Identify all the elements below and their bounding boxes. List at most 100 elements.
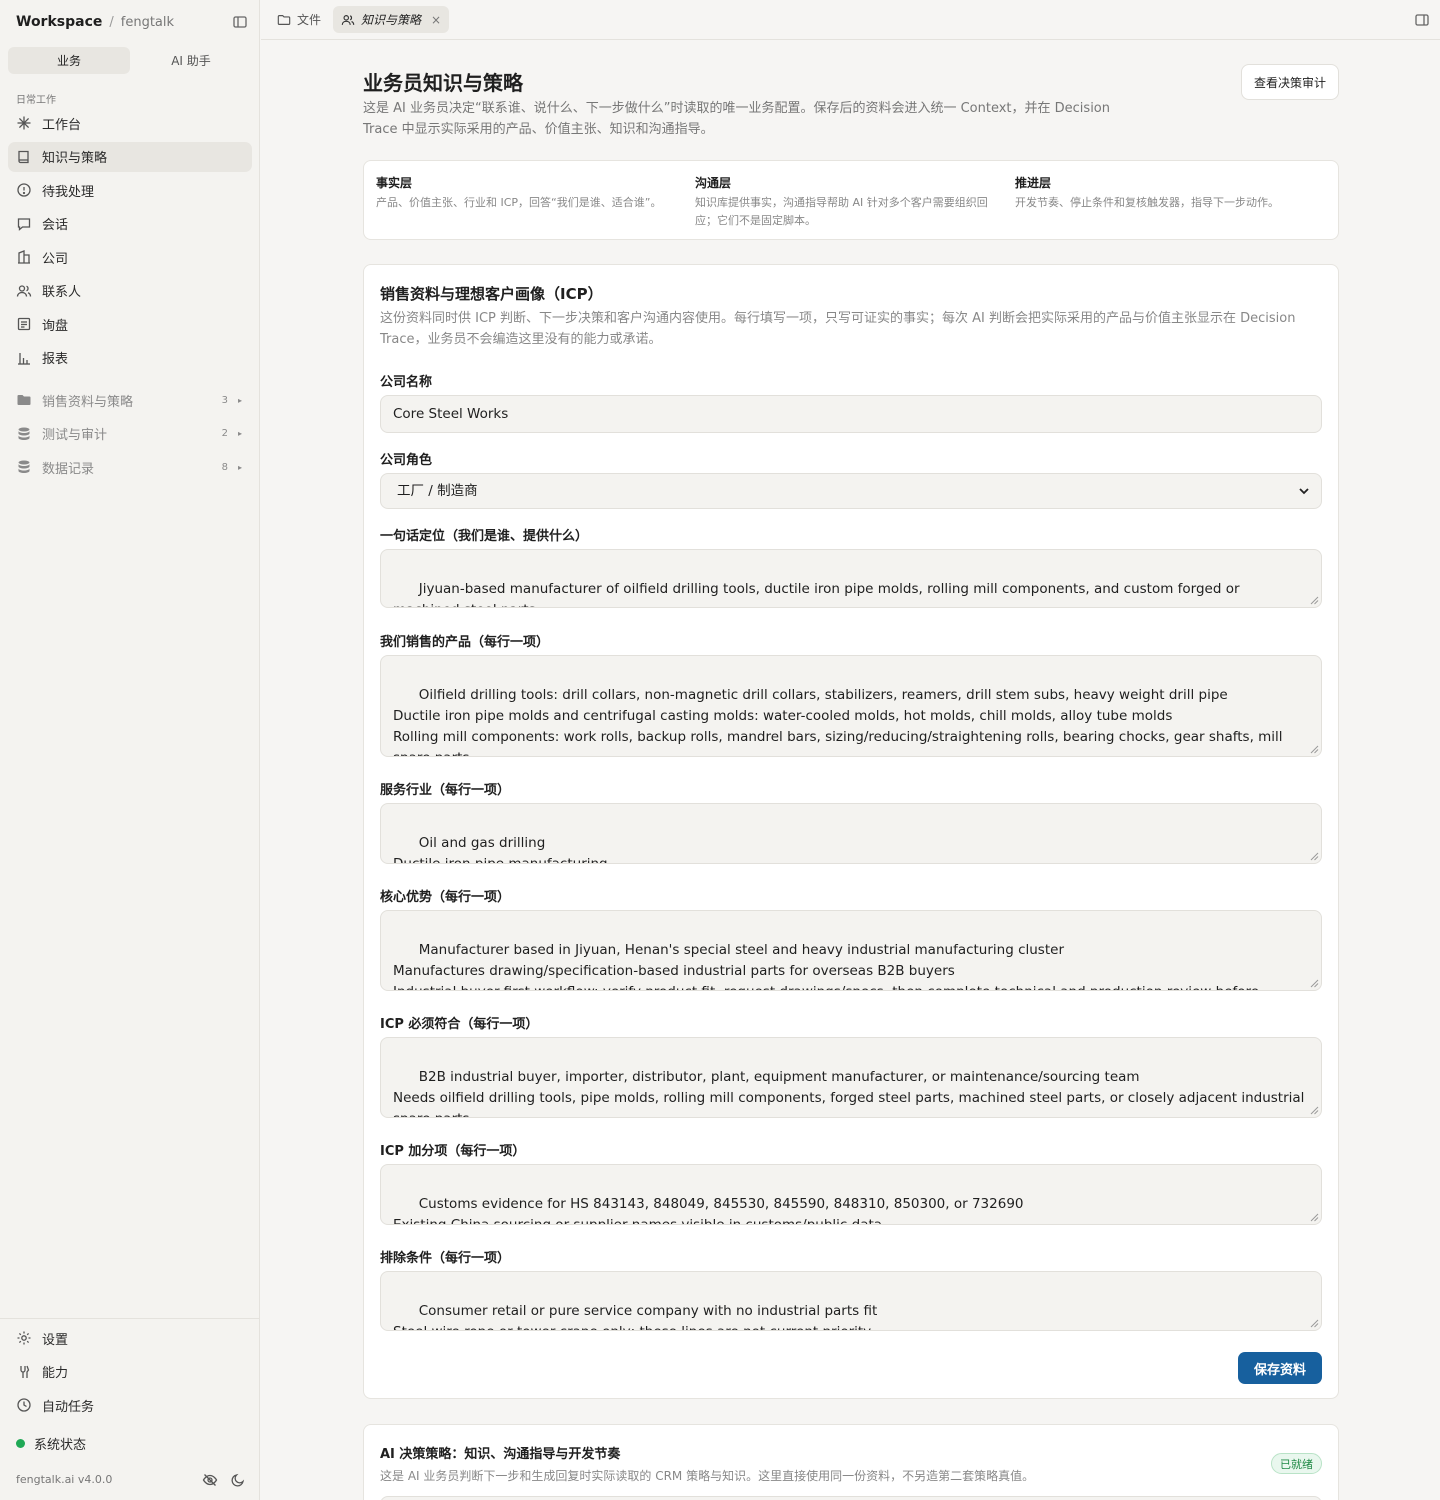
resize-handle-icon bbox=[1310, 745, 1319, 754]
products-value: Oilfield drilling tools: drill collars, … bbox=[393, 687, 1283, 756]
layer-title: 推进层 bbox=[1015, 176, 1052, 190]
exclusions-textarea[interactable]: Consumer retail or pure service company … bbox=[380, 1271, 1322, 1331]
folder-label: 销售资料与策略 bbox=[42, 394, 134, 410]
moon-icon[interactable] bbox=[230, 1472, 246, 1488]
sidebar-divider bbox=[0, 1318, 259, 1319]
folder-label: 测试与审计 bbox=[42, 428, 108, 443]
folder-icon bbox=[16, 392, 32, 408]
layer-text: 开发节奏、停止条件和复核触发器，指导下一步动作。 bbox=[1015, 196, 1279, 209]
tab-label: 知识与策略 bbox=[361, 13, 422, 27]
company-role-select[interactable]: 工厂 / 制造商 bbox=[380, 473, 1322, 509]
layer-summary: 事实层 产品、价值主张、行业和 ICP，回答“我们是谁、适合谁”。 沟通层 知识… bbox=[363, 160, 1339, 240]
page-title: 业务员知识与策略 bbox=[363, 71, 523, 95]
workspace-title[interactable]: Workspace bbox=[16, 14, 102, 30]
system-status-label: 系统状态 bbox=[34, 1438, 87, 1453]
view-audit-button[interactable]: 查看决策审计 bbox=[1241, 64, 1339, 100]
strategy-card-title: AI 决策策略：知识、沟通指导与开发节奏 bbox=[380, 1447, 621, 1462]
tab-bar: 文件 知识与策略 × bbox=[261, 0, 1440, 40]
icp-bonus-textarea[interactable]: Customs evidence for HS 843143, 848049, … bbox=[380, 1164, 1322, 1225]
resize-handle-icon bbox=[1310, 1319, 1319, 1328]
layer-text: 产品、价值主张、行业和 ICP，回答“我们是谁、适合谁”。 bbox=[376, 196, 662, 209]
caret-right-icon[interactable]: ▸ bbox=[238, 396, 242, 405]
layer-title: 事实层 bbox=[376, 176, 413, 190]
company-role-value: 工厂 / 制造商 bbox=[397, 482, 478, 499]
folder-sales-materials[interactable]: 销售资料与策略 3 ▸ bbox=[8, 385, 252, 415]
nav-item-label: 自动任务 bbox=[42, 1399, 95, 1415]
main-nav: 工作台 知识与策略 待我处理 会话 公司 联系人 询盘 报表 bbox=[8, 108, 252, 376]
nav-item-companies[interactable]: 公司 bbox=[8, 242, 252, 272]
clock-icon bbox=[16, 1397, 32, 1413]
nav-item-label: 能力 bbox=[42, 1366, 69, 1381]
company-name-input[interactable]: Core Steel Works bbox=[380, 395, 1322, 433]
status-dot bbox=[16, 1439, 25, 1448]
close-icon[interactable]: × bbox=[431, 13, 441, 27]
nav-item-label: 公司 bbox=[42, 251, 69, 267]
segment-business[interactable]: 业务 bbox=[8, 47, 130, 74]
sparkle-icon bbox=[16, 115, 32, 131]
system-status[interactable]: 系统状态 bbox=[16, 1434, 86, 1453]
resize-handle-icon bbox=[1310, 1106, 1319, 1115]
tool-icon bbox=[16, 1364, 32, 1380]
nav-item-pending[interactable]: 待我处理 bbox=[8, 175, 252, 205]
positioning-label: 一句话定位（我们是谁、提供什么） bbox=[380, 529, 589, 544]
chevron-down-icon bbox=[1297, 484, 1311, 498]
inquiry-icon bbox=[16, 316, 32, 332]
layer-title: 沟通层 bbox=[695, 176, 732, 190]
icp-required-textarea[interactable]: B2B industrial buyer, importer, distribu… bbox=[380, 1037, 1322, 1118]
layer-progress: 推进层 开发节奏、停止条件和复核触发器，指导下一步动作。 bbox=[1015, 174, 1325, 212]
icp-card-description: 这份资料同时供 ICP 判断、下一步决策和客户沟通内容使用。每行填写一项，只写可… bbox=[380, 311, 1296, 347]
eye-off-icon[interactable] bbox=[202, 1472, 218, 1488]
strategy-field-stub[interactable] bbox=[380, 1496, 1322, 1500]
company-name-label: 公司名称 bbox=[380, 375, 433, 390]
folder-tests-audit[interactable]: 测试与审计 2 ▸ bbox=[8, 419, 252, 449]
sidebar: Workspace / fengtalk 业务 AI 助手 日常工作 工作台 知… bbox=[0, 0, 260, 1500]
nav-item-automation[interactable]: 自动任务 bbox=[8, 1390, 252, 1420]
icp-bonus-value: Customs evidence for HS 843143, 848049, … bbox=[393, 1196, 1024, 1225]
tab-files[interactable]: 文件 bbox=[269, 6, 329, 33]
layer-text: 知识库提供事实，沟通指导帮助 AI 针对多个客户需要组织回应；它们不是固定脚本。 bbox=[695, 196, 988, 227]
nav-item-label: 联系人 bbox=[42, 285, 82, 300]
version-label: fengtalk.ai v4.0.0 bbox=[16, 1473, 113, 1486]
caret-right-icon[interactable]: ▸ bbox=[238, 429, 242, 438]
nav-item-label: 设置 bbox=[42, 1332, 69, 1348]
products-textarea[interactable]: Oilfield drilling tools: drill collars, … bbox=[380, 655, 1322, 757]
nav-group-label: 日常工作 bbox=[16, 95, 56, 106]
workspace-user[interactable]: fengtalk bbox=[121, 15, 174, 30]
tab-knowledge[interactable]: 知识与策略 × bbox=[333, 6, 450, 33]
mode-switcher: 业务 AI 助手 bbox=[8, 47, 252, 74]
nav-item-knowledge[interactable]: 知识与策略 bbox=[8, 141, 252, 172]
nav-item-workbench[interactable]: 工作台 bbox=[8, 108, 252, 138]
positioning-textarea[interactable]: Jiyuan-based manufacturer of oilfield dr… bbox=[380, 549, 1322, 608]
workspace-separator: / bbox=[109, 14, 114, 30]
folder-icon bbox=[277, 13, 291, 27]
nav-item-capabilities[interactable]: 能力 bbox=[8, 1357, 252, 1387]
save-button[interactable]: 保存资料 bbox=[1238, 1352, 1322, 1384]
caret-right-icon[interactable]: ▸ bbox=[238, 463, 242, 472]
advantages-value: Manufacturer based in Jiyuan, Henan's sp… bbox=[393, 942, 1259, 990]
icp-bonus-label: ICP 加分项（每行一项） bbox=[380, 1144, 526, 1159]
sidebar-toggle-icon[interactable] bbox=[232, 14, 248, 30]
nav-item-reports[interactable]: 报表 bbox=[8, 343, 252, 373]
resize-handle-icon bbox=[1310, 852, 1319, 861]
nav-item-inquiries[interactable]: 询盘 bbox=[8, 309, 252, 339]
segment-ai-assistant[interactable]: AI 助手 bbox=[130, 47, 252, 74]
icp-required-label: ICP 必须符合（每行一项） bbox=[380, 1017, 539, 1032]
nav-item-label: 工作台 bbox=[42, 117, 82, 133]
right-panel-toggle-icon[interactable] bbox=[1414, 12, 1430, 28]
strategy-card: AI 决策策略：知识、沟通指导与开发节奏 这是 AI 业务员判断下一步和生成回复… bbox=[363, 1424, 1339, 1500]
industries-textarea[interactable]: Oil and gas drilling Ductile iron pipe m… bbox=[380, 803, 1322, 864]
nav-item-label: 询盘 bbox=[42, 318, 69, 334]
folder-count: 8 bbox=[221, 461, 228, 473]
company-role-label: 公司角色 bbox=[380, 453, 433, 468]
folder-data-records[interactable]: 数据记录 8 ▸ bbox=[8, 452, 252, 482]
tab-label: 文件 bbox=[297, 13, 322, 27]
positioning-value: Jiyuan-based manufacturer of oilfield dr… bbox=[393, 581, 1240, 607]
advantages-textarea[interactable]: Manufacturer based in Jiyuan, Henan's sp… bbox=[380, 910, 1322, 991]
nav-item-contacts[interactable]: 联系人 bbox=[8, 276, 252, 306]
workspace-header: Workspace / fengtalk bbox=[16, 12, 248, 32]
nav-item-settings[interactable]: 设置 bbox=[8, 1323, 252, 1353]
book-icon bbox=[16, 149, 32, 165]
nav-item-conversations[interactable]: 会话 bbox=[8, 209, 252, 239]
industries-value: Oil and gas drilling Ductile iron pipe m… bbox=[393, 835, 608, 864]
icp-card-title: 销售资料与理想客户画像（ICP） bbox=[380, 285, 603, 303]
